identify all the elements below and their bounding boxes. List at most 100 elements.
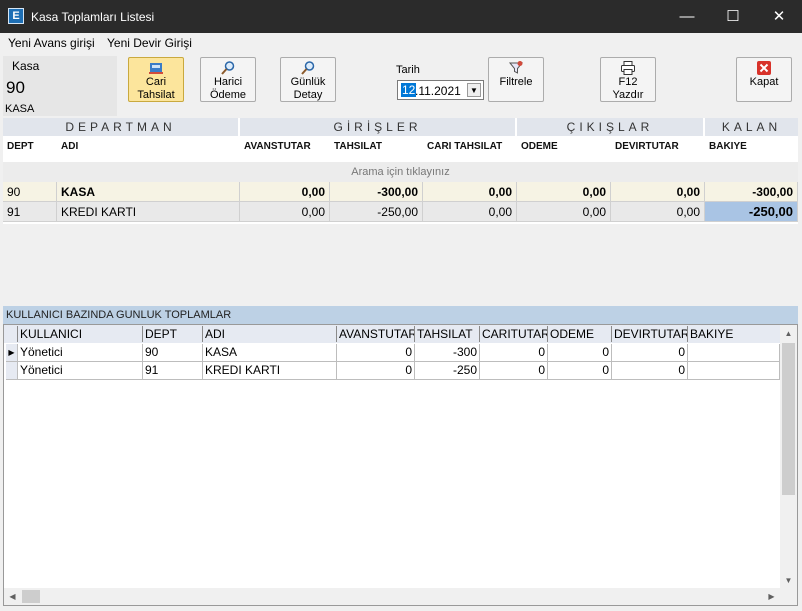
menu-yeni-avans-girisi[interactable]: Yeni Avans girişi (8, 36, 95, 50)
cell-caritutar[interactable]: 0 (480, 362, 548, 380)
header-odeme[interactable]: ODEME (548, 326, 612, 342)
bottom-header-row: KULLANICI DEPT ADI AVANSTUTAR TAHSILAT C… (4, 325, 780, 343)
close-window-button[interactable]: ✕ (756, 0, 802, 33)
header-kullanici[interactable]: KULLANICI (18, 326, 143, 342)
title-bar: E Kasa Toplamları Listesi — ☐ ✕ (0, 0, 802, 33)
table-row[interactable]: Yönetici 91 KREDI KARTI 0 -250 0 0 0 (4, 362, 780, 380)
cash-register-icon (148, 60, 164, 76)
header-dept[interactable]: DEPT (143, 326, 203, 342)
cell-caritutar[interactable]: 0 (480, 344, 548, 362)
cell-odeme[interactable]: 0 (548, 362, 612, 380)
cell-bakiye[interactable]: -300,00 (705, 182, 798, 202)
cell-tahsilat[interactable]: -250 (415, 362, 480, 380)
cell-avanstutar[interactable]: 0 (337, 344, 415, 362)
date-picker[interactable]: 12 .11.2021 ▼ (397, 80, 484, 100)
cell-tahsilat[interactable]: -300,00 (330, 182, 423, 202)
group-cikislar: ÇIKIŞLAR (517, 118, 705, 136)
header-adi[interactable]: ADI (203, 326, 337, 342)
cell-bakiye[interactable] (688, 362, 780, 380)
yazdir-button[interactable]: F12 Yazdır (600, 57, 656, 102)
filter-icon (508, 60, 524, 76)
table-row[interactable]: 91 KREDI KARTI 0,00 -250,00 0,00 0,00 0,… (3, 202, 798, 222)
cell-devirtutar[interactable]: 0,00 (611, 182, 705, 202)
header-avanstutar[interactable]: AVANSTUTAR (337, 326, 415, 342)
cell-tahsilat[interactable]: -300 (415, 344, 480, 362)
header-indicator (6, 326, 18, 342)
scrollbar-corner (780, 588, 797, 605)
cell-cari-tahsilat[interactable]: 0,00 (423, 202, 517, 222)
menu-yeni-devir-girisi[interactable]: Yeni Devir Girişi (107, 36, 192, 50)
cell-devirtutar[interactable]: 0 (612, 344, 688, 362)
header-caritutar[interactable]: CARITUTAR (480, 326, 548, 342)
horizontal-scroll-thumb[interactable] (22, 590, 40, 603)
header-odeme[interactable]: ODEME (517, 136, 611, 162)
header-avanstutar[interactable]: AVANSTUTAR (240, 136, 330, 162)
cell-adi[interactable]: KASA (57, 182, 240, 202)
scroll-right-arrow-icon[interactable]: ▶ (763, 588, 780, 605)
cell-adi[interactable]: KREDI KARTI (57, 202, 240, 222)
header-dept[interactable]: DEPT (3, 136, 57, 162)
cash-code: 90 (6, 78, 25, 97)
header-adi[interactable]: ADI (57, 136, 240, 162)
column-header-row: DEPT ADI AVANSTUTAR TAHSILAT CARI TAHSIL… (3, 136, 798, 162)
cell-odeme[interactable]: 0,00 (517, 202, 611, 222)
grid-empty-area (3, 224, 798, 306)
header-devirtutar[interactable]: DEVIRTUTAR (611, 136, 705, 162)
scroll-up-arrow-icon[interactable]: ▲ (780, 325, 797, 342)
cash-label: Kasa (12, 59, 40, 73)
cell-kullanici[interactable]: Yönetici (18, 344, 143, 362)
cell-devirtutar[interactable]: 0 (612, 362, 688, 380)
maximize-button[interactable]: ☐ (710, 0, 756, 33)
header-tahsilat[interactable]: TAHSILAT (330, 136, 423, 162)
cell-avanstutar[interactable]: 0,00 (240, 182, 330, 202)
row-indicator (6, 362, 18, 380)
section-title: KULLANICI BAZINDA GUNLUK TOPLAMLAR (3, 306, 798, 324)
cell-adi[interactable]: KASA (203, 344, 337, 362)
header-tahsilat[interactable]: TAHSILAT (415, 326, 480, 342)
minimize-button[interactable]: — (664, 0, 710, 33)
cell-tahsilat[interactable]: -250,00 (330, 202, 423, 222)
vertical-scrollbar[interactable]: ▲ ▼ (780, 325, 797, 589)
cell-bakiye-selected[interactable]: -250,00 (705, 202, 798, 222)
horizontal-scrollbar[interactable]: ◀ ▶ (4, 588, 780, 605)
vertical-scroll-thumb[interactable] (782, 343, 795, 495)
close-icon (756, 60, 772, 76)
harici-odeme-label-1: Harici (213, 76, 243, 88)
harici-odeme-button[interactable]: Harici Ödeme (200, 57, 256, 102)
header-bakiye[interactable]: BAKIYE (688, 326, 780, 342)
filtrele-label: Filtrele (499, 76, 533, 88)
table-row[interactable]: ▶ Yönetici 90 KASA 0 -300 0 0 0 (4, 344, 780, 362)
header-devirtutar[interactable]: DEVIRTUTAR (612, 326, 688, 342)
cell-dept[interactable]: 91 (3, 202, 57, 222)
cash-name: KASA (5, 103, 35, 115)
header-cari-tahsilat[interactable]: CARI TAHSILAT (423, 136, 517, 162)
cari-tahsilat-button[interactable]: Cari Tahsilat (128, 57, 184, 102)
toolbar: Kasa 90 KASA Cari Tahsilat Harici Ödeme … (0, 53, 802, 118)
cell-odeme[interactable]: 0,00 (517, 182, 611, 202)
cell-dept[interactable]: 90 (3, 182, 57, 202)
user-daily-totals-grid: KULLANICI DEPT ADI AVANSTUTAR TAHSILAT C… (3, 324, 798, 606)
scroll-down-arrow-icon[interactable]: ▼ (780, 572, 797, 589)
scroll-left-arrow-icon[interactable]: ◀ (4, 588, 21, 605)
cell-kullanici[interactable]: Yönetici (18, 362, 143, 380)
cell-dept[interactable]: 91 (143, 362, 203, 380)
header-bakiye[interactable]: BAKIYE (705, 136, 798, 162)
filtrele-button[interactable]: Filtrele (488, 57, 544, 102)
search-row[interactable]: Arama için tıklayınız (3, 162, 798, 182)
cell-odeme[interactable]: 0 (548, 344, 612, 362)
chevron-down-icon[interactable]: ▼ (467, 83, 481, 97)
cell-dept[interactable]: 90 (143, 344, 203, 362)
cell-avanstutar[interactable]: 0 (337, 362, 415, 380)
cell-devirtutar[interactable]: 0,00 (611, 202, 705, 222)
app-icon: E (8, 8, 24, 24)
group-kalan: KALAN (705, 118, 798, 136)
table-row[interactable]: 90 KASA 0,00 -300,00 0,00 0,00 0,00 -300… (3, 182, 798, 202)
cell-cari-tahsilat[interactable]: 0,00 (423, 182, 517, 202)
gunluk-detay-button[interactable]: Günlük Detay (280, 57, 336, 102)
cell-bakiye[interactable] (688, 344, 780, 362)
gunluk-detay-label-2: Detay (293, 89, 323, 101)
cell-adi[interactable]: KREDI KARTI (203, 362, 337, 380)
cell-avanstutar[interactable]: 0,00 (240, 202, 330, 222)
kapat-button[interactable]: Kapat (736, 57, 792, 102)
magnifier-icon (300, 60, 316, 76)
